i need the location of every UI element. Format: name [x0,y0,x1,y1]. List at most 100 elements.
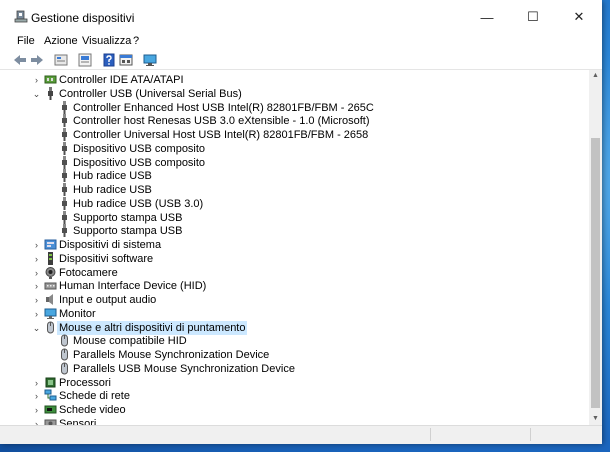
minimize-button[interactable]: — [464,0,510,34]
camera-icon [45,266,56,279]
speaker-icon [46,294,53,305]
usb-plug-icon [62,141,67,155]
mouse-icon [61,348,68,361]
expand-chevron-icon[interactable]: › [32,377,41,389]
tree-item-label: Hub radice USB [73,170,152,183]
menu-file[interactable]: File [17,35,35,47]
expand-chevron-icon[interactable]: › [32,308,41,320]
tree-item[interactable]: ⌄ Mouse e altri dispositivi di puntamento [0,320,589,335]
tree-item-label: Supporto stampa USB [73,211,183,224]
usb-plug-icon [62,183,67,196]
device-tree[interactable]: › Controller IDE ATA/ATAPI ⌄ Controller USB… [0,70,589,425]
tree-item[interactable]: Controller Universal Host USB Intel(R) 8… [0,128,589,142]
expand-chevron-icon[interactable]: › [32,239,41,251]
monitor-icon[interactable] [142,52,158,68]
display-adapter-icon [44,405,57,414]
expand-chevron-icon[interactable]: › [32,253,41,265]
status-bar [0,425,602,444]
window-title: Gestione dispositivi [31,11,135,25]
close-icon: ✕ [573,9,585,24]
mouse-icon [61,334,68,347]
tree-item[interactable]: › Fotocamere [0,266,589,280]
menu-help[interactable]: ? [133,35,139,47]
tree-item[interactable]: Hub radice USB [0,183,589,197]
tree-item-label: Dispositivi di sistema [59,239,162,251]
vertical-scrollbar[interactable]: ▲ ▼ [589,70,602,425]
close-button[interactable]: ✕ [556,0,602,34]
tree-item[interactable]: Mouse compatibile HID [0,334,589,348]
tree-item[interactable]: Parallels Mouse Synchronization Device [0,348,589,362]
tree-item-label: Controller IDE ATA/ATAPI [59,74,184,86]
menu-visualizza[interactable]: Visualizza [82,35,131,47]
tree-item[interactable]: › Human Interface Device (HID) [0,279,589,293]
device-manager-app-icon [14,10,28,23]
tree-item[interactable]: Hub radice USB [0,169,589,183]
collapse-chevron-icon[interactable]: ⌄ [32,88,41,100]
tree-item[interactable]: › Monitor [0,307,589,321]
monitor-icon [44,308,57,319]
tree-item[interactable]: › Schede video [0,403,589,417]
tree-item[interactable]: Dispositivo USB composito [0,141,589,156]
properties-icon[interactable] [53,52,69,68]
usb-plug-icon [62,114,67,128]
tree-item[interactable]: Parallels USB Mouse Synchronization Devi… [0,362,589,376]
tree-item-label: Sensori [59,417,97,425]
driver-icon[interactable] [77,52,93,68]
tree-item[interactable]: › Input e output audio [0,293,589,307]
tree-item-label: Dispositivi software [59,252,154,265]
expand-chevron-icon[interactable]: › [32,294,41,306]
collapse-chevron-icon[interactable]: ⌄ [32,322,41,334]
tree-item[interactable]: › Controller IDE ATA/ATAPI [0,73,589,87]
usb-icon [48,86,53,100]
hid-icon [44,282,57,290]
scroll-up-arrow-icon[interactable]: ▲ [589,70,602,82]
tree-item[interactable]: › Dispositivi di sistema [0,238,589,252]
tree-item-label: Controller Enhanced Host USB Intel(R) 82… [73,101,374,114]
tree-item[interactable]: Dispositivo USB composito [0,155,589,170]
tree-item[interactable]: › Sensori [0,417,589,425]
scroll-down-arrow-icon[interactable]: ▼ [589,413,602,425]
tree-item[interactable]: › Dispositivi software [0,251,589,266]
usb-plug-icon [62,100,67,114]
tree-item-label: Controller USB (Universal Serial Bus) [59,87,242,100]
tree-item-label: Hub radice USB (USB 3.0) [73,197,204,210]
usb-plug-icon [62,155,67,169]
expand-chevron-icon[interactable]: › [32,418,41,425]
forward-arrow-icon[interactable] [29,52,45,68]
usb-plug-icon [62,169,67,183]
ide-controller-icon [44,75,57,84]
expand-chevron-icon[interactable]: › [32,280,41,292]
tree-item[interactable]: › Processori [0,376,589,390]
tree-item-label: Dispositivo USB composito [73,142,206,155]
maximize-icon: ☐ [527,9,539,24]
tree-item-label: Supporto stampa USB [73,225,183,238]
tree-item-label: Mouse e altri dispositivi di puntamento [57,320,248,335]
tree-item[interactable]: Supporto stampa USB [0,210,589,225]
network-adapter-icon [44,389,57,401]
usb-plug-icon [62,128,67,141]
menu-azione[interactable]: Azione [44,35,78,47]
help-icon[interactable] [101,52,117,68]
expand-chevron-icon[interactable]: › [32,404,41,416]
menu-bar: File Azione Visualizza ? [0,34,602,51]
tree-item[interactable]: Controller Enhanced Host USB Intel(R) 82… [0,100,589,115]
tree-item-label: Controller host Renesas USB 3.0 eXtensib… [73,115,370,128]
expand-chevron-icon[interactable]: › [32,267,41,279]
device-view-icon[interactable] [118,52,134,68]
tree-item-label: Processori [59,376,111,389]
expand-chevron-icon[interactable]: › [32,74,41,86]
back-arrow-icon[interactable] [12,52,28,68]
device-manager-window: Gestione dispositivi — ☐ ✕ File Azione V… [0,0,602,444]
tree-item-label: Input e output audio [59,294,157,306]
tree-item-label: Fotocamere [59,266,118,279]
expand-chevron-icon[interactable]: › [32,390,41,402]
tree-item[interactable]: Hub radice USB (USB 3.0) [0,196,589,211]
scrollbar-thumb[interactable] [591,138,600,408]
status-cell [530,428,531,441]
title-bar[interactable]: Gestione dispositivi — ☐ ✕ [0,0,602,34]
tree-item[interactable]: Supporto stampa USB [0,224,589,238]
tree-item[interactable]: ⌄ Controller USB (Universal Serial Bus) [0,86,589,101]
tree-item[interactable]: › Schede di rete [0,389,589,403]
tree-item[interactable]: Controller host Renesas USB 3.0 eXtensib… [0,114,589,128]
maximize-button[interactable]: ☐ [510,0,556,34]
